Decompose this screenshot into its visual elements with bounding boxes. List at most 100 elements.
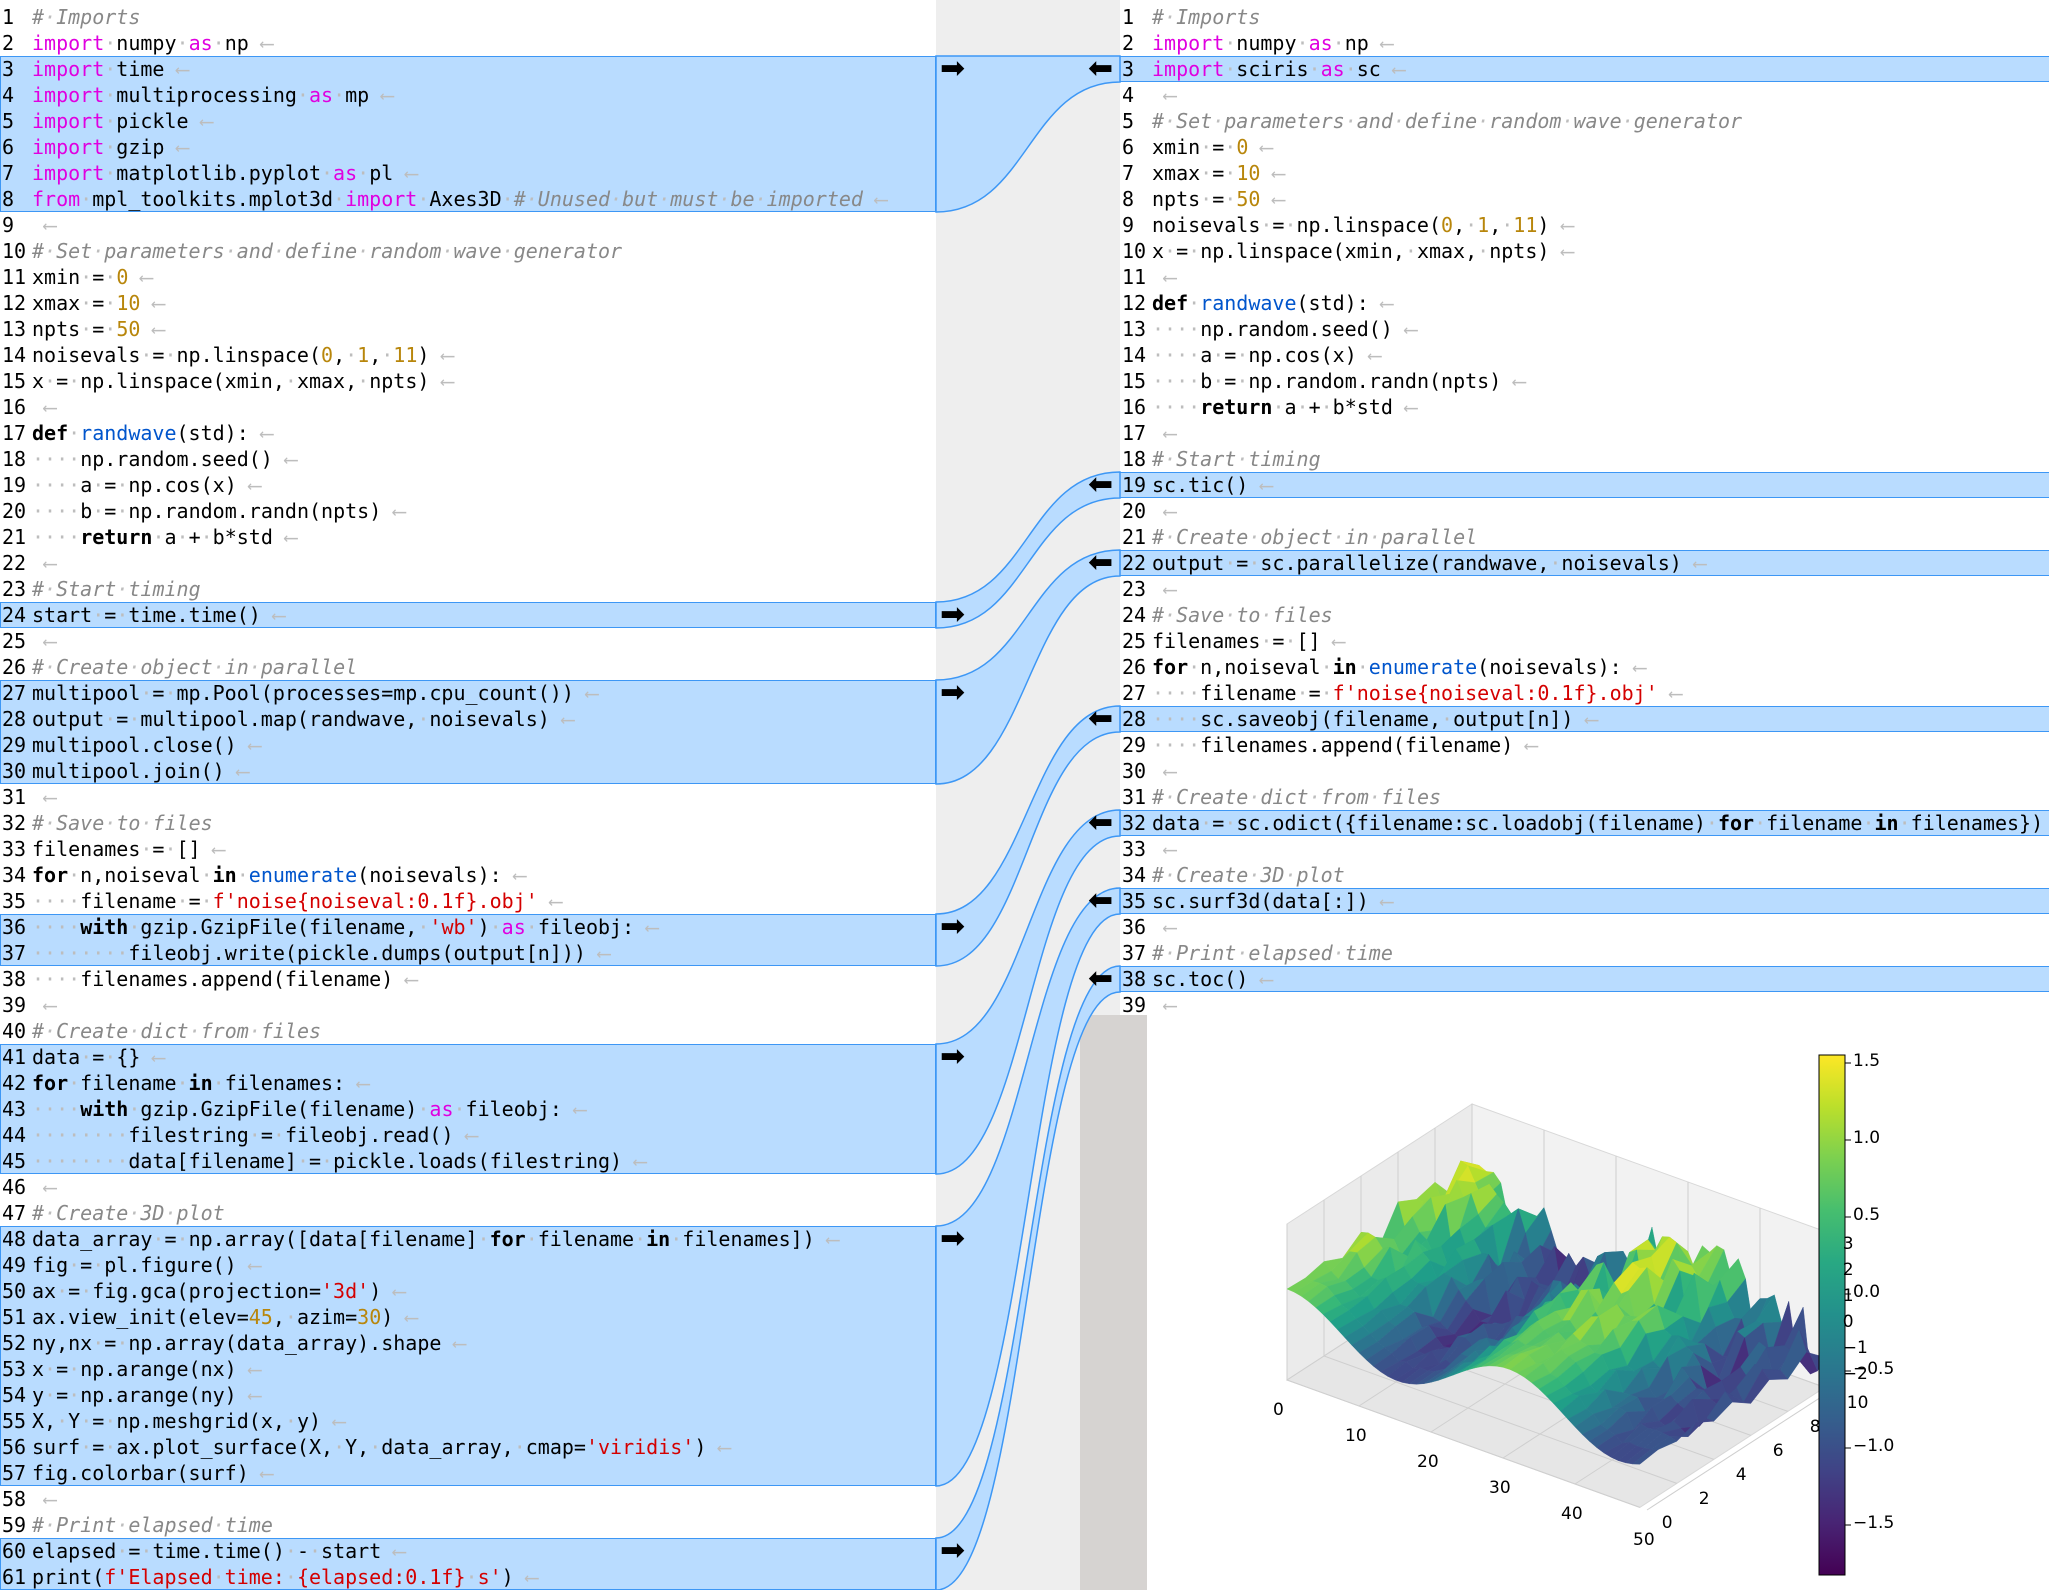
left-code-line[interactable]: 57 fig.colorbar(surf) ⟵	[0, 1460, 936, 1486]
left-code-line[interactable]: 35 ····filename·=·f'noise{noiseval:0.1f}.…	[0, 888, 936, 914]
right-code-line[interactable]: 3 import·sciris·as·sc ⟵	[1120, 56, 2049, 82]
left-code-line[interactable]: 8 from·mpl_toolkits.mplot3d·import·Axes3D…	[0, 186, 936, 212]
left-code-line[interactable]: 2 import·numpy·as·np ⟵	[0, 30, 936, 56]
left-code-pane[interactable]: 1 #·Imports 2 import·numpy·as·np ⟵ 3 import·t…	[0, 0, 936, 1590]
right-code-line[interactable]: 2 import·numpy·as·np ⟵	[1120, 30, 2049, 56]
right-code-line[interactable]: 7 xmax·=·10 ⟵	[1120, 160, 2049, 186]
left-code-line[interactable]: 39 ⟵	[0, 992, 936, 1018]
left-code-line[interactable]: 27 multipool·=·mp.Pool(processes=mp.cpu_c…	[0, 680, 936, 706]
right-code-line[interactable]: 21 #·Create·object·in·parallel	[1120, 524, 2049, 550]
left-code-line[interactable]: 43 ····with·gzip.GzipFile(filename)·as·fi…	[0, 1096, 936, 1122]
right-code-line[interactable]: 31 #·Create·dict·from·files	[1120, 784, 2049, 810]
left-code-line[interactable]: 26 #·Create·object·in·parallel	[0, 654, 936, 680]
copy-right-arrow-icon[interactable]: ➡	[940, 1536, 965, 1566]
right-code-line[interactable]: 1 #·Imports	[1120, 4, 2049, 30]
left-code-line[interactable]: 25 ⟵	[0, 628, 936, 654]
left-code-line[interactable]: 12 xmax·=·10 ⟵	[0, 290, 936, 316]
right-code-line[interactable]: 37 #·Print·elapsed·time	[1120, 940, 2049, 966]
left-code-line[interactable]: 52 ny,nx·=·np.array(data_array).shape ⟵	[0, 1330, 936, 1356]
left-code-line[interactable]: 5 import·pickle ⟵	[0, 108, 936, 134]
left-code-line[interactable]: 13 npts·=·50 ⟵	[0, 316, 936, 342]
left-code-line[interactable]: 38 ····filenames.append(filename) ⟵	[0, 966, 936, 992]
copy-left-arrow-icon[interactable]: ⬅	[1088, 548, 1113, 578]
right-code-line[interactable]: 26 for·n,noiseval·in·enumerate(noisevals)…	[1120, 654, 2049, 680]
left-code-line[interactable]: 44 ········filestring·=·fileobj.read() ⟵	[0, 1122, 936, 1148]
left-code-line[interactable]: 10 #·Set·parameters·and·define·random·wav…	[0, 238, 936, 264]
left-code-line[interactable]: 16 ⟵	[0, 394, 936, 420]
copy-right-arrow-icon[interactable]: ➡	[940, 1224, 965, 1254]
left-code-line[interactable]: 47 #·Create·3D·plot	[0, 1200, 936, 1226]
left-code-line[interactable]: 11 xmin·=·0 ⟵	[0, 264, 936, 290]
copy-left-arrow-icon[interactable]: ⬅	[1088, 54, 1113, 84]
left-code-line[interactable]: 14 noisevals·=·np.linspace(0,·1,·11) ⟵	[0, 342, 936, 368]
left-code-line[interactable]: 36 ····with·gzip.GzipFile(filename,·'wb')…	[0, 914, 936, 940]
copy-left-arrow-icon[interactable]: ⬅	[1088, 704, 1113, 734]
right-code-line[interactable]: 36 ⟵	[1120, 914, 2049, 940]
left-code-line[interactable]: 59 #·Print·elapsed·time	[0, 1512, 936, 1538]
left-code-line[interactable]: 7 import·matplotlib.pyplot·as·pl ⟵	[0, 160, 936, 186]
right-code-line[interactable]: 10 x·=·np.linspace(xmin,·xmax,·npts) ⟵	[1120, 238, 2049, 264]
copy-left-arrow-icon[interactable]: ⬅	[1088, 808, 1113, 838]
left-code-line[interactable]: 9 ⟵	[0, 212, 936, 238]
left-code-line[interactable]: 31 ⟵	[0, 784, 936, 810]
copy-right-arrow-icon[interactable]: ➡	[940, 54, 965, 84]
left-code-line[interactable]: 56 surf·=·ax.plot_surface(X,·Y,·data_arra…	[0, 1434, 936, 1460]
copy-right-arrow-icon[interactable]: ➡	[940, 600, 965, 630]
right-code-line[interactable]: 35 sc.surf3d(data[:]) ⟵	[1120, 888, 2049, 914]
left-code-line[interactable]: 61 print(f'Elapsed·time:·{elapsed:0.1f}·s…	[0, 1564, 936, 1590]
left-code-line[interactable]: 1 #·Imports	[0, 4, 936, 30]
right-code-line[interactable]: 6 xmin·=·0 ⟵	[1120, 134, 2049, 160]
left-code-line[interactable]: 53 x·=·np.arange(nx) ⟵	[0, 1356, 936, 1382]
right-code-line[interactable]: 19 sc.tic() ⟵	[1120, 472, 2049, 498]
right-code-line[interactable]: 14 ····a·=·np.cos(x) ⟵	[1120, 342, 2049, 368]
left-code-line[interactable]: 46 ⟵	[0, 1174, 936, 1200]
right-code-line[interactable]: 8 npts·=·50 ⟵	[1120, 186, 2049, 212]
right-code-line[interactable]: 25 filenames·=·[] ⟵	[1120, 628, 2049, 654]
left-code-line[interactable]: 42 for·filename·in·filenames: ⟵	[0, 1070, 936, 1096]
right-code-line[interactable]: 13 ····np.random.seed() ⟵	[1120, 316, 2049, 342]
left-code-line[interactable]: 3 import·time ⟵	[0, 56, 936, 82]
right-code-line[interactable]: 38 sc.toc() ⟵	[1120, 966, 2049, 992]
right-code-line[interactable]: 17 ⟵	[1120, 420, 2049, 446]
left-code-line[interactable]: 55 X,·Y·=·np.meshgrid(x,·y) ⟵	[0, 1408, 936, 1434]
right-code-line[interactable]: 34 #·Create·3D·plot	[1120, 862, 2049, 888]
left-code-line[interactable]: 17 def·randwave(std): ⟵	[0, 420, 936, 446]
left-code-line[interactable]: 33 filenames·=·[] ⟵	[0, 836, 936, 862]
left-code-line[interactable]: 48 data_array·=·np.array([data[filename]·…	[0, 1226, 936, 1252]
left-code-line[interactable]: 24 start·=·time.time() ⟵	[0, 602, 936, 628]
left-code-line[interactable]: 41 data·=·{} ⟵	[0, 1044, 936, 1070]
left-code-line[interactable]: 19 ····a·=·np.cos(x) ⟵	[0, 472, 936, 498]
left-code-line[interactable]: 50 ax·=·fig.gca(projection='3d') ⟵	[0, 1278, 936, 1304]
left-code-line[interactable]: 51 ax.view_init(elev=45,·azim=30) ⟵	[0, 1304, 936, 1330]
right-code-line[interactable]: 20 ⟵	[1120, 498, 2049, 524]
left-code-line[interactable]: 32 #·Save·to·files	[0, 810, 936, 836]
right-code-line[interactable]: 11 ⟵	[1120, 264, 2049, 290]
right-code-line[interactable]: 29 ····filenames.append(filename) ⟵	[1120, 732, 2049, 758]
copy-right-arrow-icon[interactable]: ➡	[940, 912, 965, 942]
left-code-line[interactable]: 58 ⟵	[0, 1486, 936, 1512]
left-code-line[interactable]: 20 ····b·=·np.random.randn(npts) ⟵	[0, 498, 936, 524]
left-code-line[interactable]: 45 ········data[filename]·=·pickle.loads(…	[0, 1148, 936, 1174]
left-code-line[interactable]: 34 for·n,noiseval·in·enumerate(noisevals)…	[0, 862, 936, 888]
left-code-line[interactable]: 60 elapsed·=·time.time()·-·start ⟵	[0, 1538, 936, 1564]
left-code-line[interactable]: 4 import·multiprocessing·as·mp ⟵	[0, 82, 936, 108]
copy-left-arrow-icon[interactable]: ⬅	[1088, 470, 1113, 500]
copy-left-arrow-icon[interactable]: ⬅	[1088, 886, 1113, 916]
copy-right-arrow-icon[interactable]: ➡	[940, 1042, 965, 1072]
right-code-line[interactable]: 30 ⟵	[1120, 758, 2049, 784]
left-code-line[interactable]: 15 x·=·np.linspace(xmin,·xmax,·npts) ⟵	[0, 368, 936, 394]
left-code-line[interactable]: 30 multipool.join() ⟵	[0, 758, 936, 784]
right-code-line[interactable]: 32 data·=·sc.odict({filename:sc.loadobj(f…	[1120, 810, 2049, 836]
right-code-line[interactable]: 27 ····filename·=·f'noise{noiseval:0.1f}.…	[1120, 680, 2049, 706]
right-code-line[interactable]: 16 ····return·a·+·b*std ⟵	[1120, 394, 2049, 420]
right-code-line[interactable]: 15 ····b·=·np.random.randn(npts) ⟵	[1120, 368, 2049, 394]
left-code-line[interactable]: 28 output·=·multipool.map(randwave,·noise…	[0, 706, 936, 732]
copy-right-arrow-icon[interactable]: ➡	[940, 678, 965, 708]
right-code-line[interactable]: 9 noisevals·=·np.linspace(0,·1,·11) ⟵	[1120, 212, 2049, 238]
right-code-line[interactable]: 4 ⟵	[1120, 82, 2049, 108]
right-code-line[interactable]: 28 ····sc.saveobj(filename,·output[n]) ⟵	[1120, 706, 2049, 732]
left-code-line[interactable]: 40 #·Create·dict·from·files	[0, 1018, 936, 1044]
right-code-line[interactable]: 5 #·Set·parameters·and·define·random·wave…	[1120, 108, 2049, 134]
left-code-line[interactable]: 6 import·gzip ⟵	[0, 134, 936, 160]
left-code-line[interactable]: 23 #·Start·timing	[0, 576, 936, 602]
